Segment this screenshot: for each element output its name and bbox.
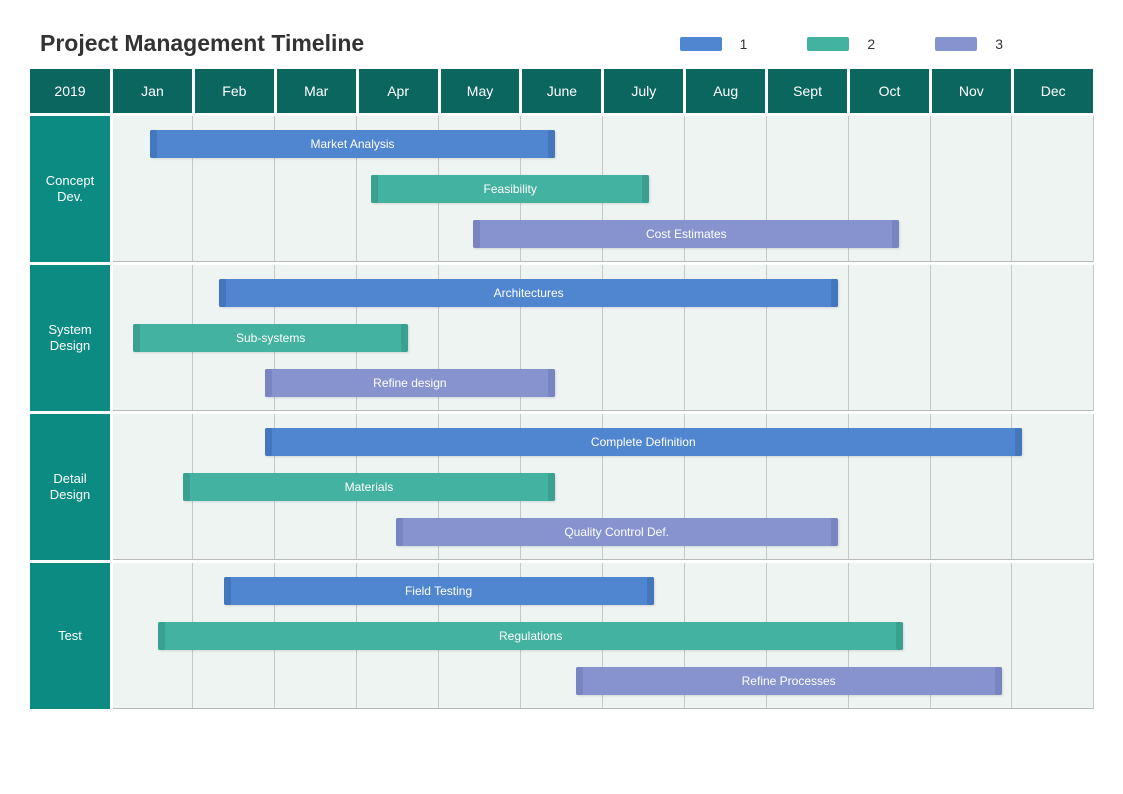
task-label: Refine Processes — [742, 674, 836, 688]
month-cell: Apr — [359, 69, 438, 113]
phase-area: Field Testing Regulations Refine Processes — [113, 563, 1093, 709]
grid-line — [930, 265, 931, 411]
phase-label: System Design — [30, 265, 110, 411]
phase-area: Architectures Sub-systems Refine design — [113, 265, 1093, 411]
legend-swatch — [680, 37, 722, 51]
year-cell: 2019 — [30, 69, 110, 113]
grid-line — [930, 116, 931, 262]
phase-row: System Design Architectures Sub-systems Ref… — [30, 265, 1093, 411]
grid-line — [848, 265, 849, 411]
grid-line — [1093, 563, 1094, 709]
month-cell: Dec — [1014, 69, 1093, 113]
grid-line — [1093, 116, 1094, 262]
legend-swatch — [935, 37, 977, 51]
task-label: Architectures — [494, 286, 564, 300]
month-cell: Nov — [932, 69, 1011, 113]
legend-item-1: 1 — [680, 36, 748, 52]
task-bar: Materials — [183, 473, 556, 501]
phase-area: Market Analysis Feasibility Cost Estimates — [113, 116, 1093, 262]
legend: 1 2 3 — [680, 36, 1083, 52]
legend-item-2: 2 — [807, 36, 875, 52]
task-label: Quality Control Def. — [564, 525, 669, 539]
legend-swatch — [807, 37, 849, 51]
legend-item-3: 3 — [935, 36, 1003, 52]
task-label: Regulations — [499, 629, 562, 643]
task-bar: Market Analysis — [150, 130, 555, 158]
grid-line — [1011, 265, 1012, 411]
task-label: Sub-systems — [236, 331, 305, 345]
grid-line — [1011, 116, 1012, 262]
legend-label: 1 — [740, 36, 748, 52]
grid-line — [1093, 265, 1094, 411]
legend-label: 3 — [995, 36, 1003, 52]
month-cell: Oct — [850, 69, 929, 113]
task-bar: Feasibility — [371, 175, 649, 203]
page-title: Project Management Timeline — [40, 30, 364, 57]
phase-row: Concept Dev. Market Analysis Feasibility Co… — [30, 116, 1093, 262]
grid-line — [1011, 563, 1012, 709]
month-cell: Jan — [113, 69, 192, 113]
task-bar: Refine Processes — [576, 667, 1002, 695]
task-label: Cost Estimates — [646, 227, 727, 241]
task-label: Field Testing — [405, 584, 472, 598]
month-cell: May — [441, 69, 520, 113]
month-cell: June — [522, 69, 601, 113]
task-label: Complete Definition — [591, 435, 696, 449]
task-bar: Quality Control Def. — [396, 518, 838, 546]
month-cell: Feb — [195, 69, 274, 113]
gantt-body: Concept Dev. Market Analysis Feasibility Co… — [30, 116, 1093, 709]
task-label: Refine design — [373, 376, 446, 390]
task-bar: Sub-systems — [133, 324, 407, 352]
task-label: Feasibility — [484, 182, 537, 196]
phase-label: Test — [30, 563, 110, 709]
phase-row: Detail Design Complete Definition Material… — [30, 414, 1093, 560]
task-bar: Refine design — [265, 369, 556, 397]
legend-label: 2 — [867, 36, 875, 52]
grid-line — [1093, 414, 1094, 560]
phase-area: Complete Definition Materials Quality Cont… — [113, 414, 1093, 560]
phase-row: Test Field Testing Regulations Refine Proce… — [30, 563, 1093, 709]
month-cell: Aug — [686, 69, 765, 113]
month-cell: Mar — [277, 69, 356, 113]
task-bar: Regulations — [158, 622, 903, 650]
task-bar: Complete Definition — [265, 428, 1023, 456]
phase-label: Concept Dev. — [30, 116, 110, 262]
header: Project Management Timeline 1 2 3 — [30, 30, 1093, 57]
task-bar: Field Testing — [224, 577, 654, 605]
month-cell: July — [604, 69, 683, 113]
gantt-chart: 2019 JanFebMarAprMayJuneJulyAugSeptOctNo… — [30, 69, 1093, 709]
task-label: Materials — [345, 480, 394, 494]
task-label: Market Analysis — [311, 137, 395, 151]
phase-label: Detail Design — [30, 414, 110, 560]
column-header-row: 2019 JanFebMarAprMayJuneJulyAugSeptOctNo… — [30, 69, 1093, 113]
task-bar: Cost Estimates — [473, 220, 899, 248]
month-cell: Sept — [768, 69, 847, 113]
task-bar: Architectures — [219, 279, 837, 307]
